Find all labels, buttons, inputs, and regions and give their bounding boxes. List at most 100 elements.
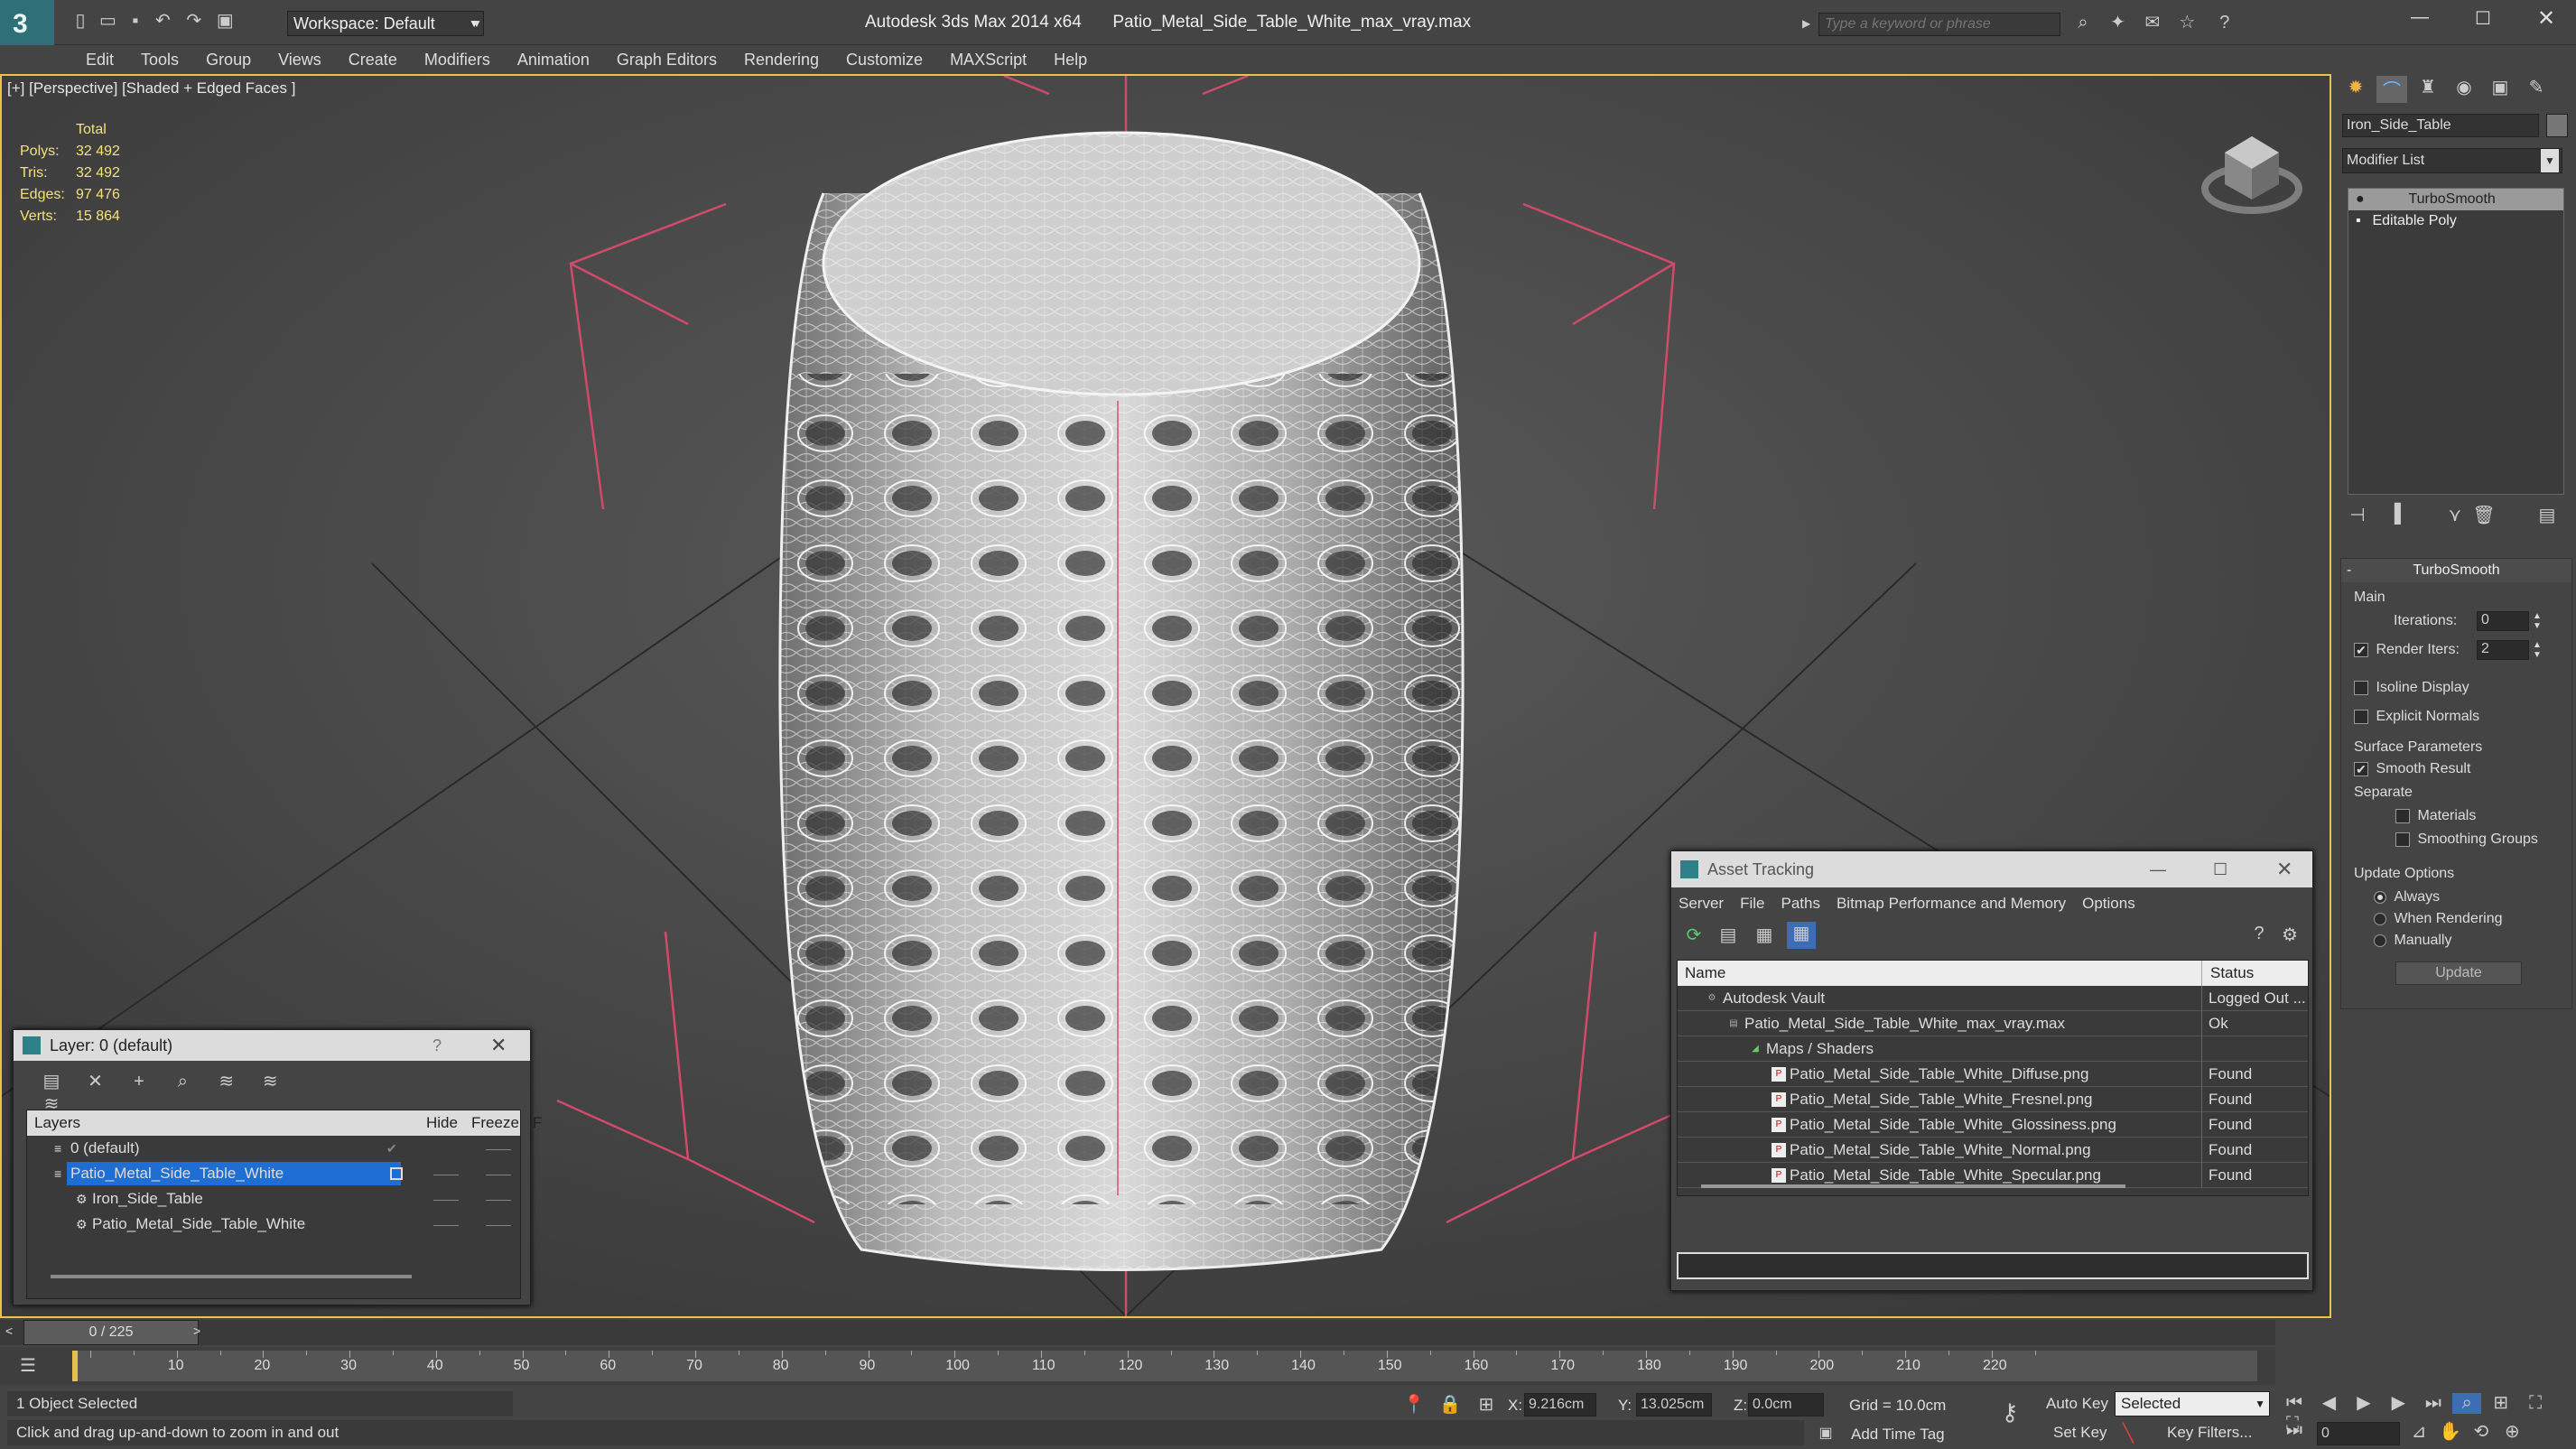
set-key-icon[interactable]: ⚷ (1992, 1398, 2028, 1426)
help-icon[interactable]: ? (2207, 13, 2243, 33)
x-coordinate-field[interactable]: 9.216cm (1524, 1393, 1596, 1416)
close-button[interactable]: ✕ (2528, 5, 2564, 33)
stack-item-editable-poly[interactable]: ▪ Editable Poly (2348, 210, 2563, 232)
search-input[interactable] (1818, 13, 2060, 36)
hide-toggle[interactable]: —— (433, 1161, 459, 1186)
thumbnail-view-icon[interactable]: ▦ (1751, 924, 1778, 946)
manually-radio[interactable] (2374, 933, 2386, 947)
binoculars-icon[interactable]: ⌕ (2068, 13, 2098, 33)
menu-maxscript[interactable]: MAXScript (936, 49, 1040, 70)
play-icon[interactable]: ▶ (2348, 1391, 2379, 1414)
menu-animation[interactable]: Animation (504, 49, 603, 70)
z-coordinate-field[interactable]: 0.0cm (1748, 1393, 1824, 1416)
go-to-end-icon[interactable]: ⏭ (2418, 1393, 2449, 1414)
display-tab-icon[interactable]: ▣ (2485, 76, 2516, 103)
utilities-tab-icon[interactable]: ✎ (2521, 76, 2552, 103)
smooth-result-checkbox[interactable]: ✔ (2354, 761, 2368, 776)
modify-tab-icon[interactable]: ⌒ (2376, 76, 2407, 103)
make-unique-icon[interactable]: ⋎ (2441, 504, 2469, 526)
hierarchy-tab-icon[interactable]: ♜ (2413, 76, 2443, 103)
col-name[interactable]: Name (1685, 961, 1725, 986)
menu-graph-editors[interactable]: Graph Editors (603, 49, 730, 70)
asset-row[interactable]: P Patio_Metal_Side_Table_White_Diffuse.pn… (1678, 1062, 2308, 1087)
horizontal-scrollbar[interactable] (1701, 1184, 2125, 1188)
time-slider-thumb[interactable]: 0 / 225 (23, 1320, 199, 1345)
maximize-button[interactable]: ☐ (2465, 7, 2501, 34)
update-button[interactable]: Update (2395, 961, 2522, 985)
undo-icon[interactable]: ↶ (151, 9, 174, 32)
layer-row[interactable]: ⚙ Iron_Side_Table —— —— (27, 1186, 520, 1212)
y-coordinate-field[interactable]: 13.025cm (1636, 1393, 1712, 1416)
lock-selection-icon[interactable]: 🔒 (1437, 1393, 1463, 1416)
iterations-spinner[interactable]: 0 (2477, 611, 2529, 631)
current-frame-marker[interactable] (72, 1351, 78, 1381)
app-logo[interactable]: 3 (0, 0, 54, 45)
freeze-toggle[interactable]: —— (486, 1186, 511, 1212)
modifier-list-dropdown[interactable]: Modifier List ▼ (2342, 148, 2562, 173)
object-name-field[interactable]: Iron_Side_Table (2342, 114, 2539, 137)
layer-window-titlebar[interactable]: Layer: 0 (default) ? ✕ (14, 1030, 530, 1061)
open-file-icon[interactable]: ▭ (96, 9, 119, 32)
add-time-tag-icon[interactable]: ▣ (1815, 1424, 1837, 1442)
save-icon[interactable]: ▪ (124, 11, 147, 32)
current-frame-field[interactable]: 0 (2317, 1422, 2400, 1445)
set-key-button[interactable]: Set Key (2053, 1424, 2107, 1442)
delete-layer-icon[interactable]: ✕ (75, 1070, 115, 1092)
absolute-mode-icon[interactable]: ⊞ (1474, 1393, 1499, 1416)
col-f[interactable]: F (533, 1110, 542, 1136)
create-layer-icon[interactable]: ▤ (32, 1070, 71, 1092)
col-layers[interactable]: Layers (34, 1110, 80, 1136)
freeze-toggle[interactable]: —— (486, 1161, 511, 1186)
hide-toggle[interactable]: —— (433, 1186, 459, 1212)
workspace-dropdown[interactable]: Workspace: Default ▼ (287, 11, 484, 36)
select-in-layer-icon[interactable]: ⌕ (163, 1072, 202, 1092)
subscription-icon[interactable]: ✦ (2102, 11, 2133, 33)
explicit-normals-checkbox[interactable] (2354, 709, 2368, 724)
zoom-extents-icon[interactable]: ⛶ (2520, 1393, 2551, 1414)
col-freeze[interactable]: Freeze (471, 1110, 519, 1136)
col-hide[interactable]: Hide (426, 1110, 458, 1136)
remove-modifier-icon[interactable]: 🗑 (2470, 504, 2497, 526)
help-icon[interactable]: ? (2246, 924, 2273, 944)
vault-icon[interactable]: ⚙ (2276, 924, 2303, 946)
menu-tools[interactable]: Tools (127, 49, 192, 70)
col-status[interactable]: Status (2210, 961, 2254, 986)
menu-rendering[interactable]: Rendering (730, 49, 832, 70)
menu-views[interactable]: Views (265, 49, 335, 70)
lightbulb-icon[interactable]: ● (2356, 189, 2377, 210)
menu-create[interactable]: Create (335, 49, 411, 70)
project-folder-icon[interactable]: ▣ (213, 9, 237, 32)
layer-row[interactable]: ≡ 0 (default) ✔ —— (27, 1136, 520, 1161)
workspace-menu-button[interactable]: ▼ (468, 11, 486, 36)
render-iters-checkbox[interactable]: ✔ (2354, 642, 2368, 657)
horizontal-scrollbar[interactable] (51, 1275, 412, 1278)
next-frame-icon[interactable]: > (193, 1324, 200, 1338)
close-icon[interactable]: ✕ (490, 1030, 507, 1061)
asset-row[interactable]: ◢ Maps / Shaders (1678, 1036, 2308, 1062)
go-to-start-icon[interactable]: ⏮ (2279, 1393, 2310, 1414)
communication-icon[interactable]: ✉ (2137, 11, 2168, 33)
show-end-result-icon[interactable]: ▌ (2387, 504, 2414, 525)
asset-row[interactable]: P Patio_Metal_Side_Table_White_Normal.png… (1678, 1138, 2308, 1163)
active-layer-checkmark-icon[interactable]: ✔ (386, 1136, 397, 1161)
create-tab-icon[interactable]: ✹ (2340, 76, 2371, 103)
spinner-arrows-icon[interactable]: ▲ ▼ (2533, 640, 2542, 660)
maximize-icon[interactable]: ☐ (2213, 851, 2227, 887)
add-to-layer-icon[interactable]: + (119, 1072, 159, 1092)
asset-menu-server[interactable]: Server (1679, 895, 1724, 912)
asset-menu-options[interactable]: Options (2082, 895, 2135, 912)
help-icon[interactable]: ? (432, 1030, 442, 1061)
orbit-icon[interactable]: ⟲ (2468, 1420, 2495, 1443)
asset-menu-file[interactable]: File (1740, 895, 1764, 912)
track-bar-menu-icon[interactable]: ☰ (13, 1354, 43, 1377)
previous-frame-icon[interactable]: ◀ (2313, 1391, 2344, 1414)
list-view-icon[interactable]: ▤ (1715, 924, 1742, 946)
smoothing-groups-checkbox[interactable] (2395, 831, 2410, 847)
menu-help[interactable]: Help (1040, 49, 1101, 70)
menu-group[interactable]: Group (192, 49, 265, 70)
asset-menu-bitmap-performance-and-memory[interactable]: Bitmap Performance and Memory (1837, 895, 2066, 912)
search-arrow-icon[interactable]: ▶ (1802, 13, 1817, 34)
close-icon[interactable]: ✕ (2276, 851, 2292, 887)
configure-sets-icon[interactable]: ▤ (2534, 504, 2561, 526)
prev-frame-icon[interactable]: < (5, 1324, 13, 1338)
